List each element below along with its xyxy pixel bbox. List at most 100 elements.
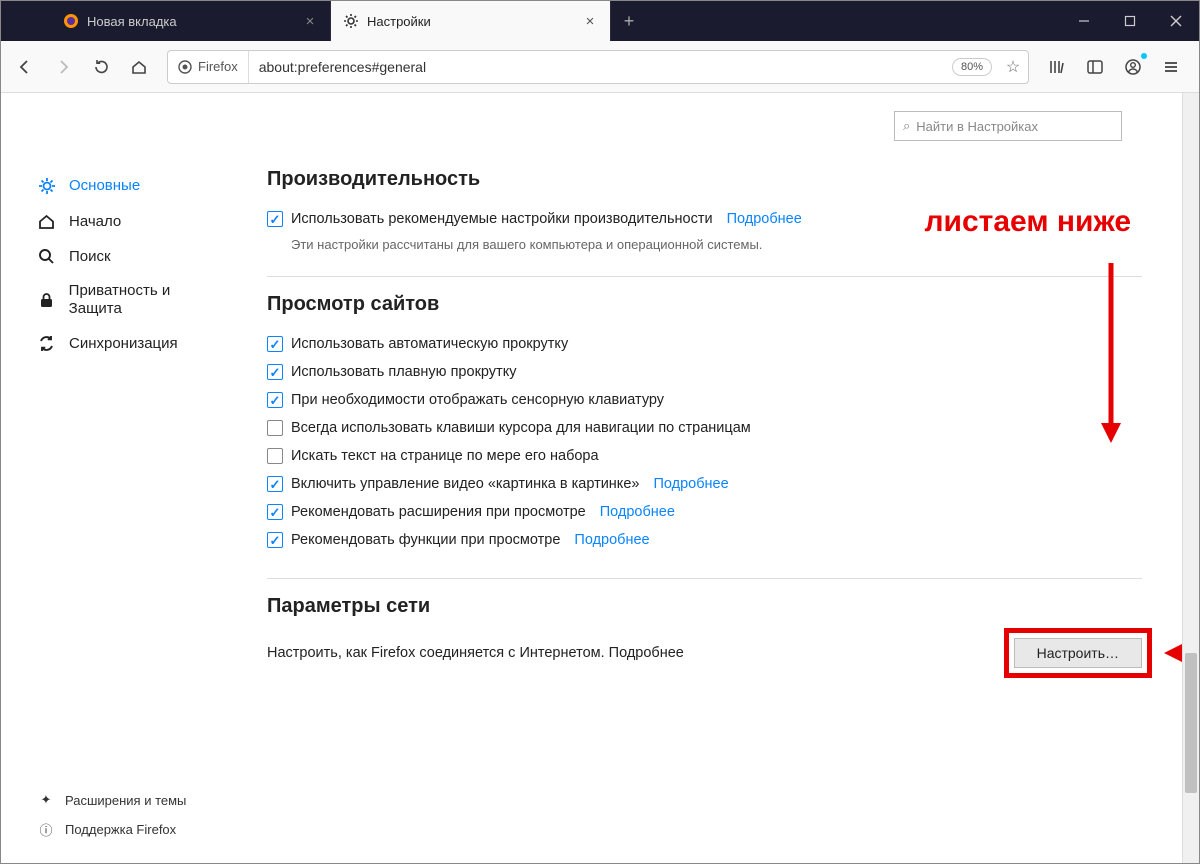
sidebar-item-sync[interactable]: Синхронизация	[31, 326, 231, 361]
checkbox[interactable]	[267, 364, 283, 380]
sidebar-item-home[interactable]: Начало	[31, 204, 231, 239]
checkbox-row[interactable]: При необходимости отображать сенсорную к…	[267, 386, 1142, 414]
annotation-highlight-box	[1004, 628, 1152, 678]
puzzle-icon: ✦	[37, 792, 55, 808]
firefox-brand-icon	[178, 60, 192, 74]
help-icon: ⓘ	[37, 820, 55, 839]
zoom-indicator[interactable]: 80%	[952, 58, 992, 76]
close-window-button[interactable]	[1153, 1, 1199, 41]
gear-icon	[37, 176, 57, 196]
learn-more-link[interactable]: Подробнее	[609, 645, 684, 661]
firefox-icon	[63, 13, 79, 29]
annotation-scroll-text: листаем ниже	[919, 203, 1138, 241]
minimize-button[interactable]	[1061, 1, 1107, 41]
checkbox-row[interactable]: Использовать автоматическую прокрутку	[267, 330, 1142, 358]
section-browsing: Просмотр сайтов Использовать автоматичес…	[267, 276, 1142, 578]
library-icon[interactable]	[1039, 49, 1075, 85]
preferences-page: ⌕ Найти в Настройках Основные Начало Пои…	[1, 93, 1182, 863]
support-label: Поддержка Firefox	[65, 822, 176, 837]
checkbox-row[interactable]: Использовать плавную прокрутку	[267, 358, 1142, 386]
checkbox-row[interactable]: Искать текст на странице по мере его наб…	[267, 442, 1142, 470]
annotation-arrow-down-icon	[1098, 263, 1124, 443]
checkbox-row[interactable]: Включить управление видео «картинка в ка…	[267, 470, 1142, 498]
checkbox-row[interactable]: Всегда использовать клавиши курсора для …	[267, 414, 1142, 442]
checkbox-label: Рекомендовать расширения при просмотре	[291, 504, 586, 520]
checkbox[interactable]	[267, 532, 283, 548]
checkbox-label: Рекомендовать функции при просмотре	[291, 532, 560, 548]
preferences-search[interactable]: ⌕ Найти в Настройках	[894, 111, 1122, 141]
sidebar-item-label: Приватность и Защита	[69, 282, 225, 318]
checkbox-row[interactable]: Рекомендовать функции при просмотре Подро…	[267, 526, 1142, 554]
url-bar[interactable]: Firefox about:preferences#general 80% ☆	[167, 50, 1029, 84]
checkbox[interactable]	[267, 504, 283, 520]
checkbox-label: Всегда использовать клавиши курсора для …	[291, 420, 751, 436]
section-title: Просмотр сайтов	[267, 293, 1142, 316]
tab-label: Настройки	[367, 14, 574, 29]
home-icon	[37, 212, 57, 231]
url-text: about:preferences#general	[249, 59, 952, 75]
search-icon	[37, 247, 57, 266]
browser-toolbar: Firefox about:preferences#general 80% ☆	[1, 41, 1199, 93]
lock-icon	[37, 291, 57, 310]
home-button[interactable]	[121, 49, 157, 85]
learn-more-link[interactable]: Подробнее	[727, 211, 802, 227]
sidebar-item-privacy[interactable]: Приватность и Защита	[31, 274, 231, 326]
tab-settings[interactable]: Настройки ×	[331, 1, 611, 41]
sidebar-item-label: Синхронизация	[69, 335, 178, 353]
checkbox-label: При необходимости отображать сенсорную к…	[291, 392, 664, 408]
checkbox-label: Использовать автоматическую прокрутку	[291, 336, 568, 352]
checkbox-label: Искать текст на странице по мере его наб…	[291, 448, 599, 464]
close-icon[interactable]: ×	[582, 13, 598, 30]
checkbox-label: Включить управление видео «картинка в ка…	[291, 476, 639, 492]
learn-more-link[interactable]: Подробнее	[574, 532, 649, 548]
maximize-button[interactable]	[1107, 1, 1153, 41]
sidebar-icon[interactable]	[1077, 49, 1113, 85]
reload-button[interactable]	[83, 49, 119, 85]
network-text: Настроить, как Firefox соединяется с Инт…	[267, 645, 684, 661]
close-icon[interactable]: ×	[302, 13, 318, 30]
checkbox[interactable]	[267, 476, 283, 492]
checkbox[interactable]	[267, 448, 283, 464]
sync-icon	[37, 334, 57, 353]
section-title: Производительность	[267, 168, 1142, 191]
search-placeholder: Найти в Настройках	[916, 119, 1038, 134]
bookmark-star-icon[interactable]: ☆	[998, 57, 1028, 77]
checkbox[interactable]	[267, 336, 283, 352]
menu-button[interactable]	[1153, 49, 1189, 85]
sidebar-item-general[interactable]: Основные	[31, 168, 231, 204]
checkbox-label: Использовать плавную прокрутку	[291, 364, 516, 380]
sidebar-item-label: Поиск	[69, 248, 111, 266]
learn-more-link[interactable]: Подробнее	[653, 476, 728, 492]
extensions-label: Расширения и темы	[65, 793, 186, 808]
annotation-arrow-left-icon	[1164, 640, 1182, 666]
sidebar-item-label: Начало	[69, 213, 121, 231]
content-area: ⌕ Найти в Настройках Основные Начало Пои…	[1, 93, 1199, 863]
preferences-main: Производительность Использовать рекоменд…	[267, 168, 1142, 692]
identity-box[interactable]: Firefox	[168, 51, 249, 83]
back-button[interactable]	[7, 49, 43, 85]
window-controls	[1061, 1, 1199, 41]
sidebar-item-search[interactable]: Поиск	[31, 239, 231, 274]
scrollbar-thumb[interactable]	[1185, 653, 1197, 793]
tab-new[interactable]: Новая вкладка ×	[51, 1, 331, 41]
forward-button[interactable]	[45, 49, 81, 85]
tab-label: Новая вкладка	[87, 14, 294, 29]
checkbox[interactable]	[267, 392, 283, 408]
extensions-link[interactable]: ✦ Расширения и темы	[31, 786, 241, 814]
identity-label: Firefox	[198, 59, 238, 74]
new-tab-button[interactable]: +	[611, 1, 647, 41]
search-icon: ⌕	[903, 118, 910, 134]
checkbox-label: Использовать рекомендуемые настройки про…	[291, 211, 713, 227]
checkbox[interactable]	[267, 420, 283, 436]
preferences-sidebar: Основные Начало Поиск Приватность и Защи…	[31, 168, 231, 361]
window-titlebar: Новая вкладка × Настройки × +	[1, 1, 1199, 41]
sidebar-footer: ✦ Расширения и темы ⓘ Поддержка Firefox	[31, 786, 241, 845]
vertical-scrollbar[interactable]	[1182, 93, 1199, 863]
support-link[interactable]: ⓘ Поддержка Firefox	[31, 814, 241, 845]
gear-icon	[343, 13, 359, 29]
learn-more-link[interactable]: Подробнее	[600, 504, 675, 520]
checkbox[interactable]	[267, 211, 283, 227]
account-icon[interactable]	[1115, 49, 1151, 85]
section-title: Параметры сети	[267, 595, 1142, 618]
checkbox-row[interactable]: Рекомендовать расширения при просмотре По…	[267, 498, 1142, 526]
